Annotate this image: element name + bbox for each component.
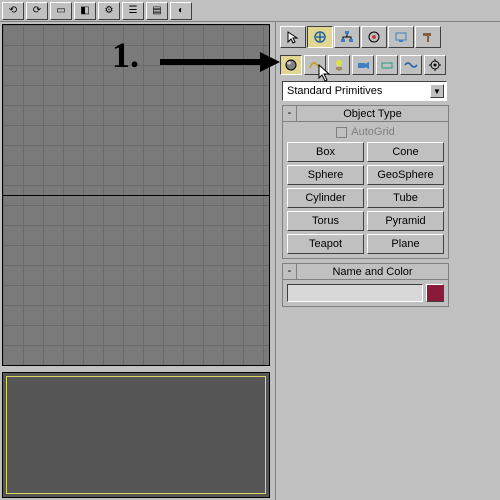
button-cone[interactable]: Cone <box>367 142 444 162</box>
tab-hierarchy[interactable] <box>334 26 360 48</box>
toolbar-button[interactable]: ▭ <box>50 2 72 20</box>
motion-icon <box>367 30 381 44</box>
dropdown-value: Standard Primitives <box>287 85 382 97</box>
viewport-area <box>0 22 275 500</box>
tab-display[interactable] <box>388 26 414 48</box>
button-pyramid[interactable]: Pyramid <box>367 211 444 231</box>
button-plane[interactable]: Plane <box>367 234 444 254</box>
tab-motion[interactable] <box>361 26 387 48</box>
rollout-title: Name and Color <box>297 266 448 278</box>
sub-systems[interactable] <box>424 55 446 75</box>
sub-lights[interactable] <box>328 55 350 75</box>
minimize-button[interactable]: - <box>283 106 297 121</box>
tab-utilities[interactable] <box>415 26 441 48</box>
chevron-down-icon: ▼ <box>430 84 444 98</box>
autogrid-label: AutoGrid <box>351 126 394 138</box>
cursor-icon <box>286 30 300 44</box>
toolbar-button[interactable]: ◧ <box>74 2 96 20</box>
camera-icon <box>356 58 370 72</box>
tab-create[interactable] <box>307 26 333 48</box>
button-tube[interactable]: Tube <box>367 188 444 208</box>
object-button-grid: Box Cone Sphere GeoSphere Cylinder Tube … <box>287 142 444 254</box>
button-box[interactable]: Box <box>287 142 364 162</box>
toolbar-button[interactable]: ☰ <box>122 2 144 20</box>
button-teapot[interactable]: Teapot <box>287 234 364 254</box>
create-icon <box>313 30 327 44</box>
sub-spacewarps[interactable] <box>400 55 422 75</box>
sub-geometry[interactable] <box>280 55 302 75</box>
hammer-icon <box>421 30 435 44</box>
hierarchy-icon <box>340 30 354 44</box>
toolbar-button[interactable]: ⟳ <box>26 2 48 20</box>
autogrid-row: AutoGrid <box>287 126 444 138</box>
toolbar-button[interactable]: ⟲ <box>2 2 24 20</box>
rollout-header[interactable]: - Name and Color <box>283 264 448 280</box>
rollout-header[interactable]: - Object Type <box>283 106 448 122</box>
helper-icon <box>380 58 394 72</box>
rollout-name-color: - Name and Color <box>282 263 449 307</box>
tab-select[interactable] <box>280 26 306 48</box>
button-geosphere[interactable]: GeoSphere <box>367 165 444 185</box>
color-swatch[interactable] <box>426 284 444 302</box>
main-tab-row <box>278 24 453 50</box>
annotation-arrow <box>160 56 280 68</box>
toolbar-button[interactable]: ◐ <box>170 2 192 20</box>
autogrid-checkbox <box>336 127 347 138</box>
sub-category-row <box>278 53 453 77</box>
rollout-object-type: - Object Type AutoGrid Box Cone Sphere G… <box>282 105 449 259</box>
shapes-icon <box>308 58 322 72</box>
sphere-icon <box>284 58 298 72</box>
object-name-input[interactable] <box>287 284 423 302</box>
button-cylinder[interactable]: Cylinder <box>287 188 364 208</box>
annotation-label: 1. <box>112 34 139 76</box>
button-torus[interactable]: Torus <box>287 211 364 231</box>
rollout-title: Object Type <box>297 108 448 120</box>
button-sphere[interactable]: Sphere <box>287 165 364 185</box>
sub-helpers[interactable] <box>376 55 398 75</box>
top-toolbar: ⟲ ⟳ ▭ ◧ ⚙ ☰ ▤ ◐ <box>0 0 500 22</box>
sub-shapes[interactable] <box>304 55 326 75</box>
spacewarp-icon <box>404 58 418 72</box>
viewport-perspective[interactable] <box>2 372 270 498</box>
display-icon <box>394 30 408 44</box>
light-icon <box>332 58 346 72</box>
minimize-button[interactable]: - <box>283 264 297 279</box>
toolbar-button[interactable]: ⚙ <box>98 2 120 20</box>
gear-icon <box>428 58 442 72</box>
category-dropdown[interactable]: Standard Primitives ▼ <box>282 81 447 101</box>
command-panel: Standard Primitives ▼ - Object Type Auto… <box>275 22 455 500</box>
toolbar-button[interactable]: ▤ <box>146 2 168 20</box>
sub-cameras[interactable] <box>352 55 374 75</box>
